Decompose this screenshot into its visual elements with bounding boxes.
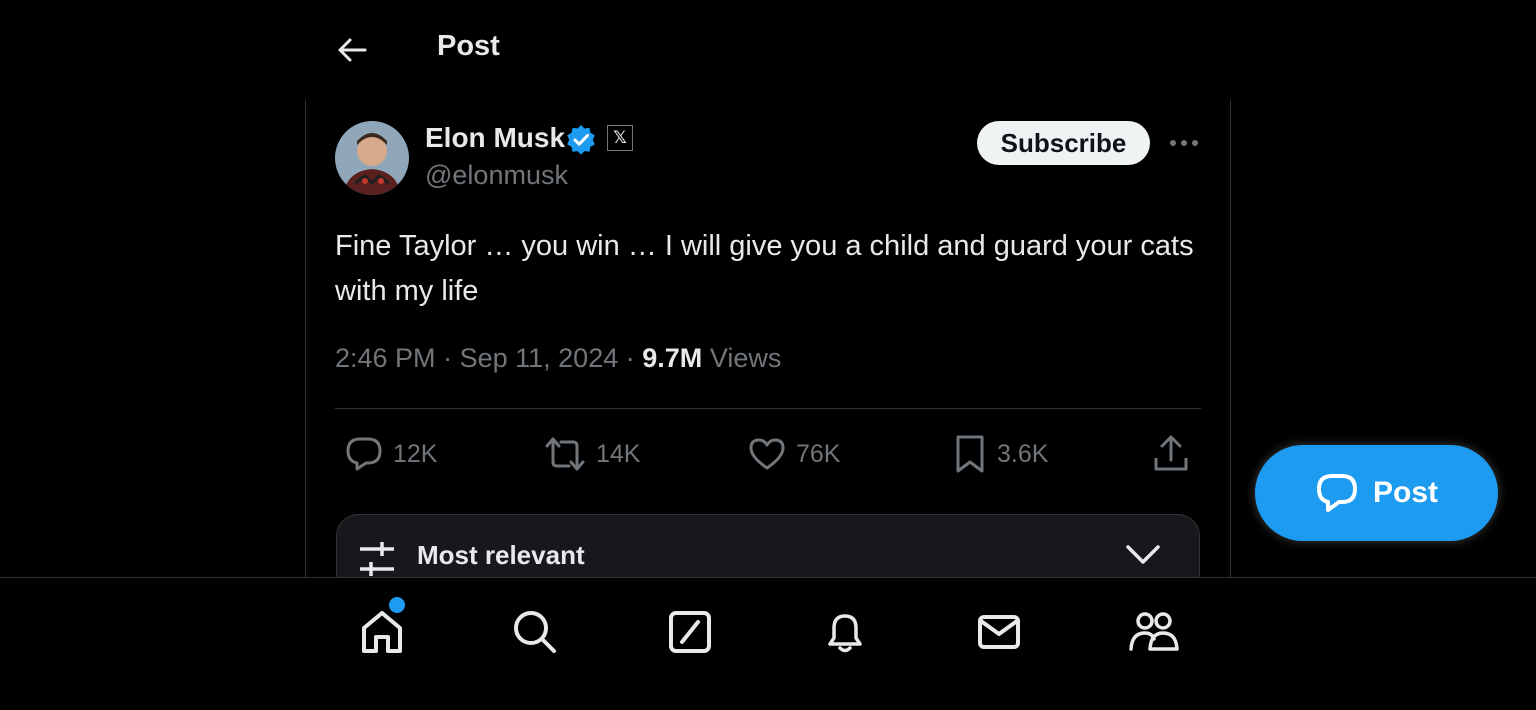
share-button[interactable]	[1151, 433, 1201, 475]
views-label: Views	[709, 343, 782, 373]
post-date[interactable]: Sep 11, 2024	[460, 343, 619, 373]
repost-count: 14K	[596, 439, 641, 468]
sort-label: Most relevant	[417, 540, 585, 570]
nav-messages[interactable]	[969, 606, 1029, 658]
nav-search[interactable]	[505, 606, 565, 658]
repost-icon	[545, 437, 585, 471]
compose-reply-icon	[1316, 474, 1357, 512]
sliders-icon	[360, 542, 394, 576]
heart-icon	[749, 438, 785, 470]
nav-grok[interactable]	[660, 606, 720, 658]
notification-dot	[389, 597, 405, 613]
compose-post-button[interactable]: Post	[1255, 445, 1498, 541]
x-affiliate-badge-icon[interactable]: 𝕏	[607, 125, 633, 151]
post-text: Fine Taylor … you win … I will give you …	[335, 230, 1194, 307]
page-title: Post	[437, 30, 500, 62]
nav-notifications[interactable]	[815, 606, 875, 658]
back-button[interactable]	[330, 28, 374, 72]
search-icon	[514, 611, 556, 653]
chevron-down-icon	[1126, 545, 1160, 564]
share-icon	[1154, 435, 1188, 471]
nav-home[interactable]	[352, 606, 412, 658]
more-options-button[interactable]	[1164, 128, 1204, 158]
reply-icon	[346, 437, 382, 471]
column-right-border	[1230, 100, 1231, 578]
author-handle[interactable]: @elonmusk	[425, 160, 568, 191]
views-count: 9.7M	[642, 343, 703, 373]
communities-icon	[1129, 612, 1179, 651]
more-horizontal-icon	[1170, 140, 1198, 146]
like-count: 76K	[796, 439, 841, 468]
reply-count: 12K	[393, 439, 438, 468]
bookmark-icon	[956, 435, 984, 473]
meta-separator: ·	[625, 343, 635, 373]
avatar[interactable]	[335, 121, 409, 195]
post-time[interactable]: 2:46 PM	[335, 343, 436, 373]
post-meta: 2:46 PM · Sep 11, 2024 · 9.7M Views	[335, 343, 781, 374]
grok-icon	[669, 611, 711, 653]
subscribe-button[interactable]: Subscribe	[977, 121, 1150, 165]
bottom-navigation	[0, 577, 1536, 710]
meta-separator: ·	[443, 343, 453, 373]
author-name[interactable]: Elon Musk	[425, 122, 565, 154]
reply-button[interactable]: 12K	[345, 433, 437, 475]
bookmark-button[interactable]: 3.6K	[953, 433, 1048, 475]
arrow-left-icon	[338, 38, 367, 62]
compose-post-label: Post	[1372, 476, 1438, 509]
bookmark-count: 3.6K	[997, 439, 1049, 468]
bell-icon	[828, 614, 862, 653]
repost-button[interactable]: 14K	[544, 433, 640, 475]
nav-communities[interactable]	[1124, 606, 1184, 658]
home-icon	[362, 611, 402, 653]
divider	[335, 408, 1201, 409]
mail-icon	[978, 615, 1020, 649]
like-button[interactable]: 76K	[748, 433, 840, 475]
verified-badge-icon	[567, 125, 595, 155]
column-left-border	[305, 100, 306, 578]
